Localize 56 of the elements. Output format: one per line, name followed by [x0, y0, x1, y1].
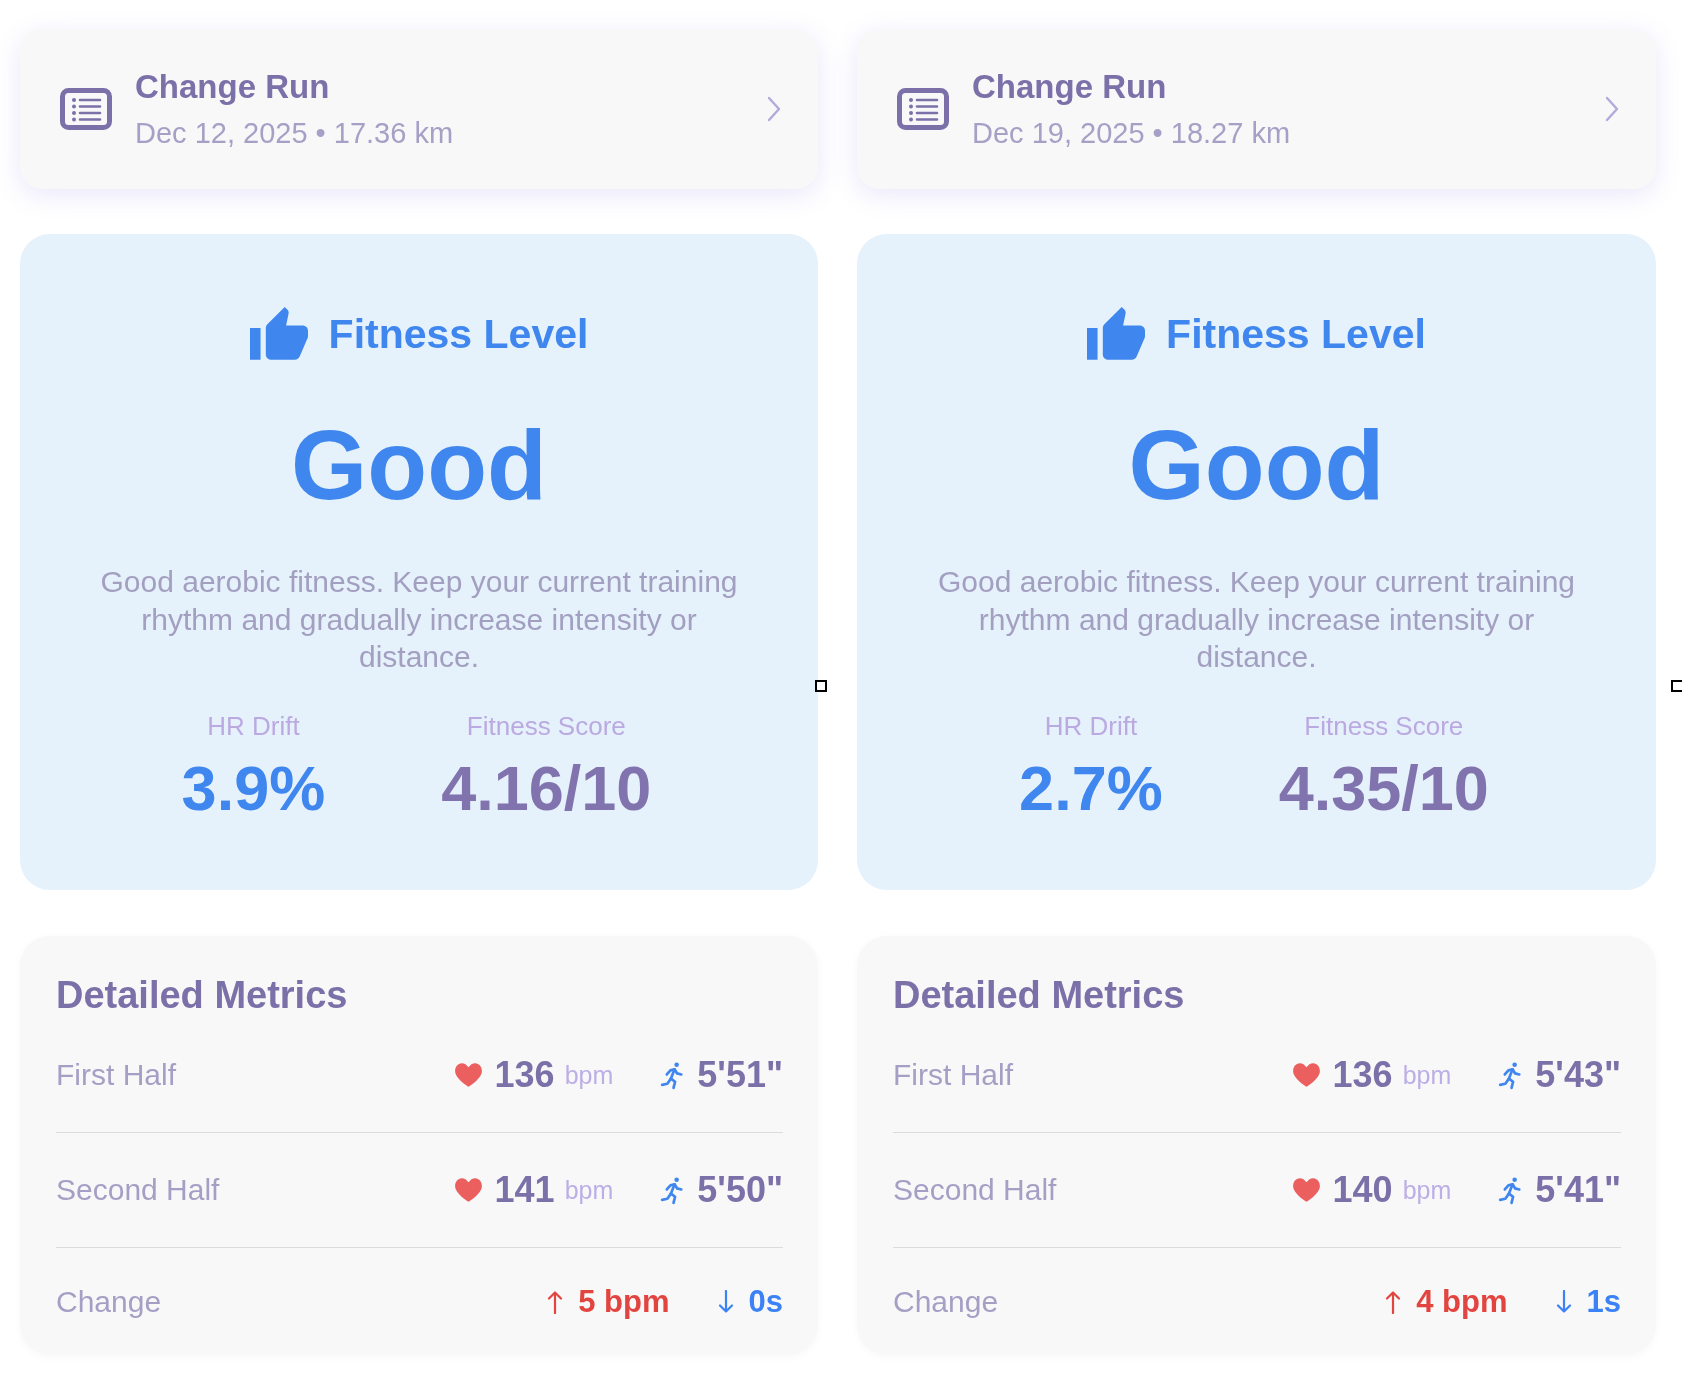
- row-label: Second Half: [893, 1172, 1057, 1208]
- heart-icon: [454, 1178, 482, 1202]
- running-figure-icon: [1498, 1060, 1524, 1090]
- list-icon: [897, 88, 949, 130]
- stat-value: 4.35/10: [1278, 756, 1489, 820]
- unit-label: bpm: [1402, 1175, 1452, 1205]
- running-figure-icon: [660, 1060, 686, 1090]
- pace-change: 1s: [1586, 1282, 1621, 1321]
- heart-icon: [1292, 1063, 1320, 1087]
- heart-icon: [454, 1063, 482, 1087]
- heart-rate-value: 136: [494, 1054, 555, 1096]
- thumbs-up-icon: [1087, 306, 1146, 362]
- fitness-rating: Good: [1128, 415, 1385, 515]
- row-label: Change: [893, 1283, 999, 1320]
- heart-rate-value: 141: [494, 1169, 555, 1211]
- resize-handle-icon[interactable]: [815, 680, 827, 692]
- chevron-right-icon: [1605, 96, 1619, 122]
- change-run-button[interactable]: Change Run Dec 19, 2025 • 18.27 km: [857, 29, 1656, 189]
- fitness-description: Good aerobic fitness. Keep your current training rhythm and gradually increase intensity or distance.: [99, 564, 739, 675]
- change-run-button[interactable]: Change Run Dec 12, 2025 • 17.36 km: [20, 29, 818, 189]
- list-icon: [60, 88, 112, 130]
- unit-label: bpm: [564, 1060, 614, 1090]
- row-label: First Half: [56, 1057, 176, 1093]
- unit-label: bpm: [1402, 1060, 1452, 1090]
- unit-label: bpm: [564, 1175, 614, 1205]
- heart-rate-change: 4 bpm: [1416, 1282, 1508, 1321]
- stat-value: 3.9%: [181, 756, 326, 820]
- stat-value: 2.7%: [1019, 756, 1163, 820]
- stat-label: Fitness Score: [466, 709, 626, 742]
- heart-rate-value: 140: [1332, 1169, 1393, 1211]
- heart-rate-change: 5 bpm: [578, 1282, 670, 1321]
- running-figure-icon: [1498, 1175, 1524, 1205]
- pace-value: 5'50": [697, 1169, 783, 1211]
- stat-label: Fitness Score: [1304, 709, 1464, 742]
- stat-label: HR Drift: [207, 709, 300, 742]
- stat-value: 4.16/10: [441, 756, 652, 820]
- row-label: Second Half: [56, 1172, 220, 1208]
- running-figure-icon: [660, 1175, 686, 1205]
- fitness-heading: Fitness Level: [328, 310, 589, 358]
- pace-change: 0s: [748, 1282, 783, 1321]
- pace-value: 5'51": [697, 1054, 783, 1096]
- heart-icon: [1292, 1178, 1320, 1202]
- fitness-heading: Fitness Level: [1166, 310, 1426, 358]
- pace-value: 5'41": [1535, 1169, 1621, 1211]
- fitness-rating: Good: [291, 415, 547, 515]
- metrics-title: Detailed Metrics: [893, 973, 1185, 1018]
- thumbs-up-icon: [249, 306, 308, 362]
- fitness-description: Good aerobic fitness. Keep your current training rhythm and gradually increase intensity or distance.: [937, 564, 1576, 675]
- row-label: Change: [56, 1283, 162, 1320]
- heart-rate-value: 136: [1332, 1054, 1393, 1096]
- stat-label: HR Drift: [1044, 709, 1138, 742]
- resize-handle-icon[interactable]: [1671, 680, 1682, 692]
- metrics-title: Detailed Metrics: [56, 973, 348, 1018]
- chevron-right-icon: [767, 96, 781, 122]
- pace-value: 5'43": [1535, 1054, 1621, 1096]
- row-label: First Half: [893, 1057, 1013, 1093]
